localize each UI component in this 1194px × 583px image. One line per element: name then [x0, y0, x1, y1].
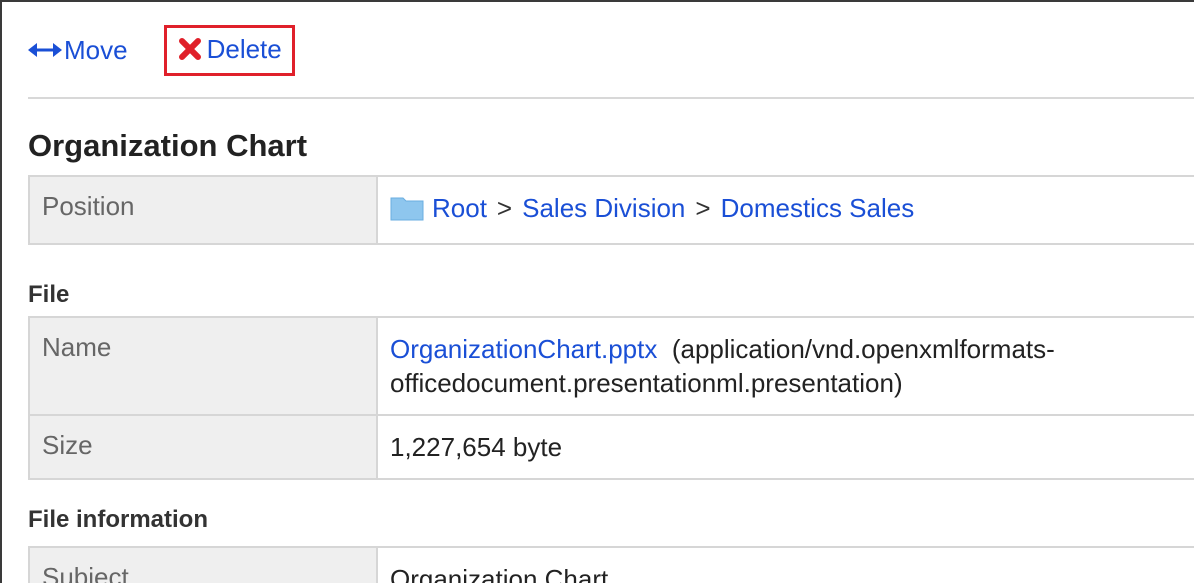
file-name-value: OrganizationChart.pptx (application/vnd.… [376, 316, 1194, 416]
move-label: Move [64, 34, 128, 65]
breadcrumb-separator: > [695, 193, 711, 223]
file-name-label: Name [28, 316, 378, 416]
move-button[interactable]: Move [28, 35, 128, 66]
file-mime-type-line2: officedocument.presentationml.presentati… [390, 368, 903, 398]
folder-icon [390, 197, 424, 221]
red-x-icon [178, 38, 201, 60]
window-border-top [0, 0, 1194, 2]
window-border-left [0, 0, 2, 583]
subject-row: Subject Organization Chart [28, 546, 1194, 583]
breadcrumb-domestics-sales[interactable]: Domestics Sales [721, 193, 915, 223]
file-info-section-heading: File information [28, 506, 208, 533]
file-size-value: 1,227,654 byte [376, 414, 1194, 480]
toolbar: Move Delete [28, 18, 295, 82]
position-row: Position Root > Sales Division > Domestics S… [28, 175, 1194, 245]
breadcrumb-sales-division[interactable]: Sales Division [522, 193, 685, 223]
file-table: Name OrganizationChart.pptx (application… [28, 316, 1194, 480]
file-name-row: Name OrganizationChart.pptx (application… [28, 316, 1194, 416]
position-table: Position Root > Sales Division > Domestics S… [28, 175, 1194, 245]
delete-label: Delete [206, 33, 282, 64]
position-label: Position [28, 175, 378, 245]
breadcrumb-separator: > [496, 193, 513, 223]
delete-button[interactable]: Delete [163, 24, 295, 76]
file-size-row: Size 1,227,654 byte [28, 414, 1194, 480]
toolbar-divider [28, 97, 1194, 99]
position-value: Root > Sales Division > Domestics Sales [376, 175, 1194, 245]
file-download-link[interactable]: OrganizationChart.pptx [390, 334, 657, 364]
double-arrow-icon [28, 43, 62, 57]
subject-value: Organization Chart [376, 546, 1194, 583]
file-section-heading: File [28, 281, 70, 308]
subject-label: Subject [28, 546, 378, 583]
file-size-label: Size [28, 414, 378, 480]
file-info-table: Subject Organization Chart [28, 546, 1194, 583]
page-title: Organization Chart [28, 128, 308, 163]
file-mime-type-line1: (application/vnd.openxmlformats- [671, 334, 1055, 364]
breadcrumb-root[interactable]: Root [432, 193, 487, 223]
file-detail-page: Move Delete Organization Chart Position … [0, 0, 1194, 583]
